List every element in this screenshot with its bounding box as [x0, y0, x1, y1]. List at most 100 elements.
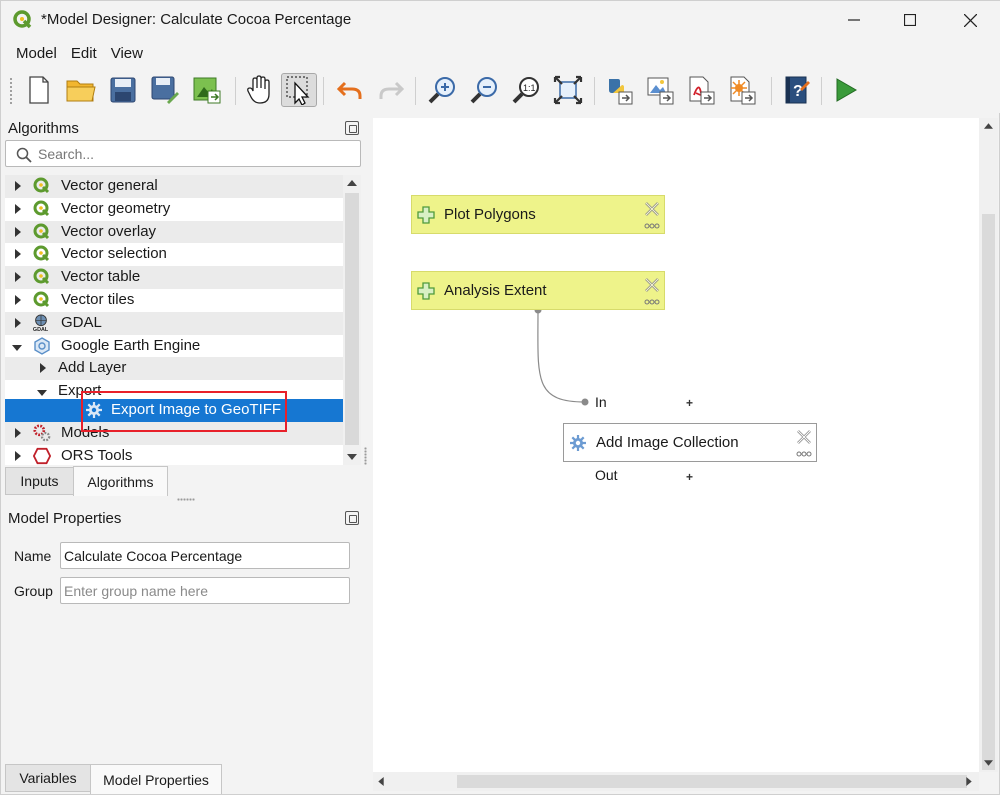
canvas-vertical-scrollbar[interactable]: [979, 118, 998, 772]
expand-outputs-button[interactable]: +: [686, 470, 693, 484]
tree-scrollbar[interactable]: [343, 175, 361, 465]
model-canvas[interactable]: Plot Polygons Analysis Extent In + Add I…: [373, 118, 979, 772]
canvas-horizontal-scrollbar[interactable]: [373, 772, 979, 791]
tree-item-vector-geometry[interactable]: Vector geometry: [5, 198, 343, 221]
tree-item-vector-overlay[interactable]: Vector overlay: [5, 220, 343, 244]
canvas-vscroll-thumb[interactable]: [982, 214, 995, 770]
export-python-button[interactable]: [601, 73, 637, 107]
model-designer-window: *Model Designer: Calculate Cocoa Percent…: [0, 0, 1000, 795]
menu-edit[interactable]: Edit: [64, 41, 104, 66]
expand-arrow-icon[interactable]: [13, 203, 23, 214]
export-image-button[interactable]: [189, 73, 225, 107]
export-image-file-button[interactable]: [642, 73, 678, 107]
select-tool-button[interactable]: [281, 73, 317, 107]
tree-item-vector-table[interactable]: Vector table: [5, 266, 343, 289]
expand-arrow-icon[interactable]: [13, 295, 23, 305]
node-add-image-collection[interactable]: Add Image Collection: [563, 423, 817, 462]
tree-item-label: Vector tiles: [61, 291, 135, 308]
tree-item-ors-tools[interactable]: ORS Tools: [5, 445, 343, 465]
python-icon: [609, 79, 633, 105]
menu-view[interactable]: View: [104, 41, 150, 66]
scroll-down-icon[interactable]: [984, 759, 993, 767]
tab-algorithms[interactable]: Algorithms: [73, 466, 168, 496]
delete-node-icon[interactable]: [644, 202, 660, 216]
panel-splitter-handle[interactable]: [177, 498, 195, 501]
canvas-hscroll-thumb[interactable]: [457, 775, 967, 788]
expand-arrow-icon[interactable]: [13, 317, 23, 328]
model-name-field[interactable]: [60, 542, 350, 569]
tree-item-google-earth-engine[interactable]: Google Earth Engine: [5, 335, 343, 358]
tab-inputs[interactable]: Inputs: [5, 467, 74, 495]
tab-variables[interactable]: Variables: [5, 764, 91, 792]
tree-item-vector-general[interactable]: Vector general: [5, 175, 343, 198]
algorithm-search-input[interactable]: [38, 144, 348, 164]
node-options-icon[interactable]: [796, 451, 812, 457]
pdf-icon: [689, 76, 715, 105]
maximize-button[interactable]: [887, 1, 933, 39]
open-model-button[interactable]: [63, 73, 99, 107]
expand-arrow-icon[interactable]: [13, 428, 23, 438]
node-options-icon[interactable]: [644, 299, 660, 305]
delete-node-icon[interactable]: [796, 430, 812, 444]
toolbar-grip[interactable]: [9, 77, 13, 105]
zoom-actual-button[interactable]: 1:1: [508, 73, 544, 107]
qgis-icon: [33, 245, 50, 262]
run-model-button[interactable]: [828, 73, 864, 107]
expand-arrow-icon[interactable]: [13, 451, 23, 461]
dock-splitter-handle[interactable]: [364, 447, 367, 465]
maximize-icon: [904, 14, 916, 26]
scroll-left-icon[interactable]: [377, 777, 385, 786]
algorithm-search-box[interactable]: [5, 140, 361, 167]
new-model-button[interactable]: [21, 73, 57, 107]
tree-item-add-layer[interactable]: Add Layer: [5, 357, 343, 381]
node-analysis-extent[interactable]: Analysis Extent: [411, 271, 665, 310]
close-button[interactable]: [947, 1, 993, 39]
zoom-out-button[interactable]: [466, 73, 502, 107]
algorithms-float-button[interactable]: [345, 121, 359, 135]
expand-arrow-icon[interactable]: [38, 363, 48, 374]
collapse-arrow-icon[interactable]: [12, 343, 22, 353]
redo-icon: [379, 81, 404, 99]
plus-input-icon: [417, 282, 435, 300]
expand-arrow-icon[interactable]: [13, 249, 23, 260]
toolbar: 1:1 ?: [1, 67, 1000, 113]
scroll-down-icon[interactable]: [347, 453, 357, 461]
ors-icon: [33, 447, 51, 465]
model-properties-float-button[interactable]: [345, 511, 359, 525]
delete-node-icon[interactable]: [644, 278, 660, 292]
expand-arrow-icon[interactable]: [13, 226, 23, 237]
tab-model-properties[interactable]: Model Properties: [90, 764, 222, 794]
toolbar-separator: [771, 77, 772, 105]
tab-label: Algorithms: [87, 473, 154, 490]
collapse-arrow-icon[interactable]: [37, 388, 47, 398]
scroll-up-icon[interactable]: [984, 122, 993, 130]
redo-button[interactable]: [373, 73, 409, 107]
undo-button[interactable]: [332, 73, 368, 107]
save-as-button[interactable]: [147, 73, 183, 107]
qgis-icon: [33, 177, 50, 194]
scroll-right-icon[interactable]: [965, 777, 973, 786]
save-model-button[interactable]: [105, 73, 141, 107]
zoom-full-button[interactable]: [550, 73, 586, 107]
minimize-button[interactable]: [831, 1, 877, 39]
help-button[interactable]: ?: [778, 73, 814, 107]
node-options-icon[interactable]: [644, 223, 660, 229]
tree-scrollbar-thumb[interactable]: [345, 193, 359, 445]
tree-item-vector-selection[interactable]: Vector selection: [5, 243, 343, 266]
pan-tool-button[interactable]: [241, 73, 277, 107]
export-svg-button[interactable]: [724, 73, 760, 107]
menu-model[interactable]: Model: [9, 41, 64, 66]
expand-inputs-button[interactable]: +: [686, 396, 693, 410]
expand-arrow-icon[interactable]: [13, 181, 23, 191]
tree-item-vector-tiles[interactable]: Vector tiles: [5, 289, 343, 312]
scroll-up-icon[interactable]: [347, 179, 357, 187]
tree-item-gdal[interactable]: GDAL GDAL: [5, 311, 343, 335]
model-group-field[interactable]: [60, 577, 350, 604]
tree-item-label: Vector selection: [61, 245, 167, 263]
zoom-in-button[interactable]: [424, 73, 460, 107]
lower-tab-bar: Variables Model Properties: [1, 764, 369, 794]
node-plot-polygons[interactable]: Plot Polygons: [411, 195, 665, 234]
minimize-icon: [848, 19, 860, 21]
expand-arrow-icon[interactable]: [13, 272, 23, 283]
export-pdf-button[interactable]: [683, 73, 719, 107]
